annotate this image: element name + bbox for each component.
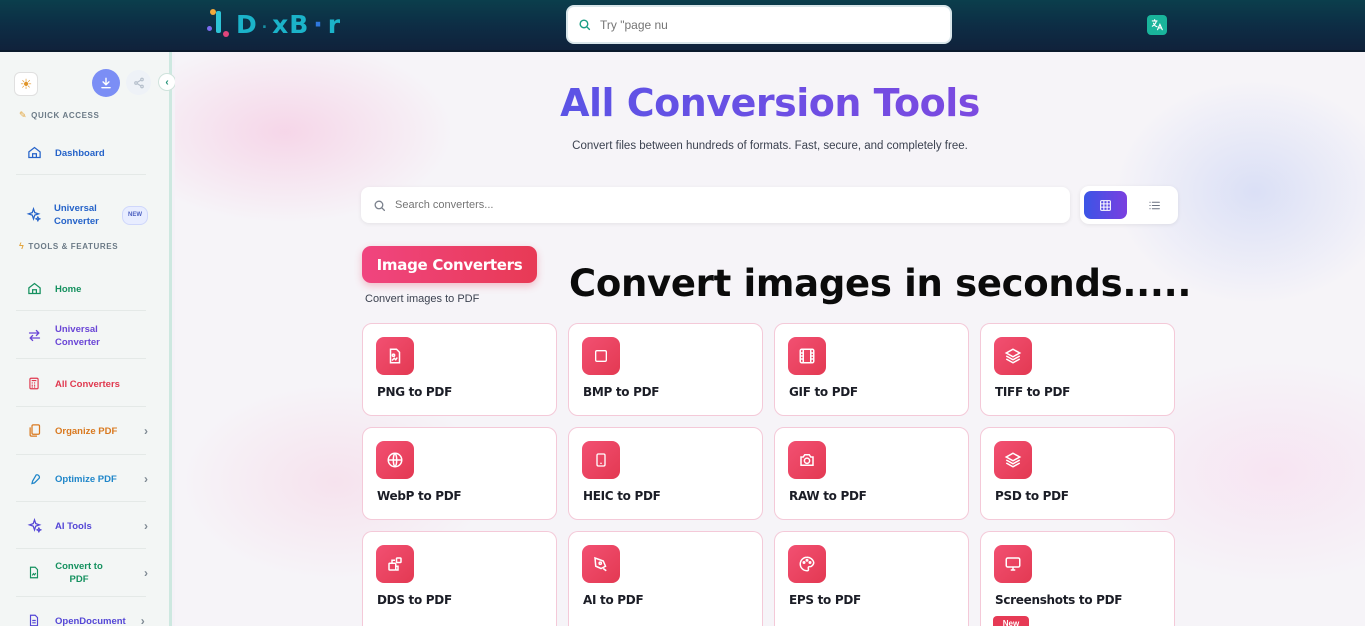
search-icon [374,200,386,211]
sidebar-item-dashboard[interactable]: Dashboard [14,145,148,162]
square-icon [582,337,620,375]
translate-icon[interactable] [1147,15,1167,35]
app-logo[interactable]: D . xB · r [206,6,341,42]
sidebar-item-optimize-pdf[interactable]: Optimize PDF › [14,471,148,488]
category-title-image-converters[interactable]: Image Converters [362,246,537,283]
converter-card-eps[interactable]: EPS to PDF [774,531,969,626]
home-icon [26,145,42,162]
converter-search-input[interactable] [395,199,995,211]
smartphone-icon [582,441,620,479]
sparkle-icon [26,206,42,224]
theme-toggle-sun-icon[interactable]: ☀ [14,72,38,96]
layers-icon [994,441,1032,479]
converter-card-bmp[interactable]: BMP to PDF [568,323,763,416]
sidebar-item-home[interactable]: Home [14,281,148,298]
converter-card-tiff[interactable]: TIFF to PDF [980,323,1175,416]
home-icon [26,281,42,298]
monitor-icon [994,545,1032,583]
chevron-right-icon: › [140,614,145,626]
layers-icon [994,337,1032,375]
logo-text-1: D [236,9,258,39]
grid-blocks-icon [376,545,414,583]
chevron-right-icon: › [144,424,148,438]
view-toggle [1080,186,1178,224]
download-icon[interactable] [92,69,120,97]
converter-card-webp[interactable]: WebP to PDF [362,427,557,520]
camera-icon [788,441,826,479]
converter-search-box[interactable] [361,187,1070,223]
top-bar: D . xB · r [0,0,1365,52]
global-search-box[interactable] [566,5,952,44]
chevron-right-icon: › [144,565,148,580]
new-badge: NEW [122,205,148,225]
converter-card-ai[interactable]: AI to PDF [568,531,763,626]
palette-icon [788,545,826,583]
grid-view-button[interactable] [1084,191,1127,219]
collapse-sidebar-chevron-icon[interactable]: ‹ [158,73,176,91]
global-search-input[interactable] [600,17,920,32]
new-badge: New [993,616,1029,626]
main-content: All Conversion Tools Convert files betwe… [175,52,1365,626]
list-view-button[interactable] [1136,191,1172,219]
converter-card-gif[interactable]: GIF to PDF [774,323,969,416]
film-icon [788,337,826,375]
quick-access-heading: ✎ QUICK ACCESS [19,110,100,120]
converter-card-dds[interactable]: DDS to PDF [362,531,557,626]
sidebar-item-ai-tools[interactable]: AI Tools › [14,517,148,535]
page-subtitle: Convert files between hundreds of format… [572,140,968,152]
sidebar-item-universal-converter[interactable]: Universal Converter [14,323,148,349]
sidebar-item-opendocument[interactable]: OpenDocument › [14,613,148,626]
sidebar-item-all-converters[interactable]: All Converters [14,376,148,393]
file-image-icon [376,337,414,375]
file-image-icon [26,565,42,582]
sparkle-icon [26,517,42,535]
document-icon [26,613,42,626]
logo-mark-icon [206,9,232,39]
converter-card-heic[interactable]: HEIC to PDF [568,427,763,520]
wrench-icon [26,471,42,488]
sparkle-icon: ✎ [19,110,28,120]
tools-features-heading: ϟ TOOLS & FEATURES [19,241,119,251]
converter-card-screenshots[interactable]: Screenshots to PDF New [980,531,1175,626]
list-icon [1148,201,1160,209]
chevron-right-icon: › [144,472,148,486]
converter-card-psd[interactable]: PSD to PDF [980,427,1175,520]
logo-text-3: r [327,9,342,39]
converter-card-raw[interactable]: RAW to PDF [774,427,969,520]
lightning-icon: ϟ [19,241,25,251]
page-title: All Conversion Tools [175,81,1365,125]
files-icon [26,423,42,440]
logo-text-2: xB [272,9,310,39]
calculator-icon [26,376,42,393]
pen-tool-icon [582,545,620,583]
swap-arrows-icon [26,328,42,345]
converter-card-png[interactable]: PNG to PDF [362,323,557,416]
category-description: Convert images to PDF [365,293,480,305]
sidebar-item-universal-converter-quick[interactable]: Universal Converter NEW [14,202,148,228]
sidebar-item-organize-pdf[interactable]: Organize PDF › [14,423,148,440]
sidebar-item-convert-to-pdf[interactable]: Convert to PDF › [14,560,148,586]
grid-icon [1100,199,1111,211]
chevron-right-icon: › [144,519,148,533]
share-icon[interactable] [126,70,151,95]
globe-icon [376,441,414,479]
sidebar: ☀ ‹ ✎ QUICK ACCESS Dashboard Universal C… [0,52,176,626]
overlay-caption: Convert images in seconds..... [569,262,1192,305]
search-icon [579,19,591,31]
